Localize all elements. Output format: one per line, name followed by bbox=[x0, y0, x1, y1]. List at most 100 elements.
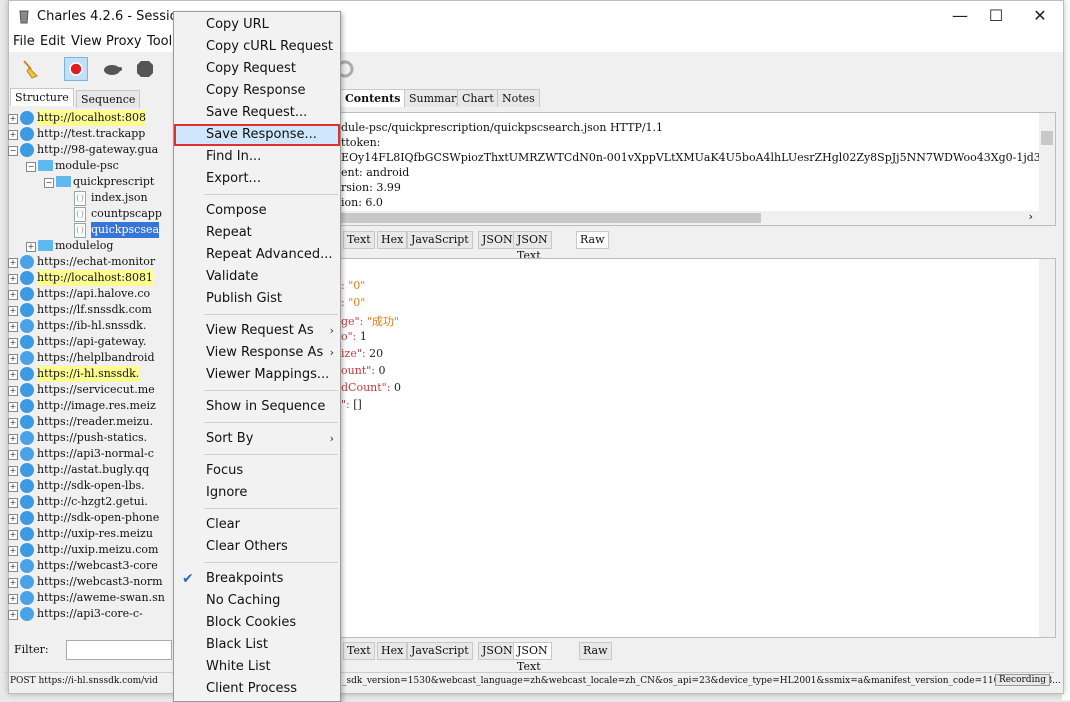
expand-icon[interactable]: + bbox=[8, 370, 18, 380]
menu-tools[interactable]: Tool bbox=[147, 34, 172, 49]
expand-icon[interactable]: + bbox=[8, 498, 18, 508]
status-text-tail: _sdk_version=1530&webcast_language=zh&we… bbox=[342, 676, 1061, 686]
recording-indicator[interactable]: Recording bbox=[994, 674, 1050, 686]
menu-item-black-list[interactable]: Black List bbox=[174, 634, 340, 656]
menu-item-copy-response[interactable]: Copy Response bbox=[174, 80, 340, 102]
expand-icon[interactable]: + bbox=[8, 274, 18, 284]
expand-icon[interactable]: + bbox=[8, 514, 18, 524]
req-subtab-text[interactable]: Text bbox=[343, 231, 375, 249]
tab-chart[interactable]: Chart bbox=[457, 89, 499, 107]
req-subtab-json-text[interactable]: JSON Text bbox=[513, 231, 552, 262]
resp-subtab-json-text[interactable]: JSON Text bbox=[513, 642, 552, 673]
menu-item-export[interactable]: Export... bbox=[174, 168, 340, 190]
menu-item-repeat[interactable]: Repeat bbox=[174, 222, 340, 244]
menu-item-clear[interactable]: Clear bbox=[174, 514, 340, 536]
resp-subtab-text[interactable]: Text bbox=[343, 642, 375, 660]
expand-icon[interactable]: + bbox=[8, 386, 18, 396]
menu-item-clear-others[interactable]: Clear Others bbox=[174, 536, 340, 558]
tree-row-label: index.json bbox=[91, 191, 148, 204]
menu-proxy[interactable]: Proxy bbox=[106, 34, 142, 49]
resp-subtab-raw[interactable]: Raw bbox=[579, 642, 612, 660]
expand-icon[interactable]: + bbox=[8, 482, 18, 492]
turtle-icon[interactable] bbox=[100, 57, 124, 81]
minimize-button[interactable]: — bbox=[945, 5, 975, 27]
record-button[interactable] bbox=[64, 57, 88, 81]
request-vertical-scrollbar[interactable] bbox=[1039, 113, 1055, 225]
filter-input[interactable] bbox=[66, 640, 172, 660]
menu-item-no-caching[interactable]: No Caching bbox=[174, 590, 340, 612]
menu-item-compose[interactable]: Compose bbox=[174, 200, 340, 222]
menu-item-validate[interactable]: Validate bbox=[174, 266, 340, 288]
menu-item-repeat-advanced[interactable]: Repeat Advanced... bbox=[174, 244, 340, 266]
stop-icon[interactable] bbox=[133, 57, 157, 81]
json-value: "0" bbox=[348, 296, 366, 309]
menu-item-view-response-as[interactable]: View Response As › bbox=[174, 342, 340, 364]
tree-row-label: https://reader.meizu. bbox=[37, 415, 153, 428]
menu-view[interactable]: View bbox=[71, 34, 102, 49]
expand-icon[interactable]: + bbox=[8, 594, 18, 604]
menu-item-save-request[interactable]: Save Request... bbox=[174, 102, 340, 124]
tab-structure[interactable]: Structure bbox=[10, 88, 74, 106]
expand-icon[interactable]: + bbox=[8, 610, 18, 620]
menu-item-client-process[interactable]: Client Process bbox=[174, 678, 340, 700]
expand-icon[interactable]: + bbox=[8, 402, 18, 412]
expand-icon[interactable]: + bbox=[8, 578, 18, 588]
menu-edit[interactable]: Edit bbox=[40, 34, 65, 49]
menu-item-copy-request[interactable]: Copy Request bbox=[174, 58, 340, 80]
expand-icon[interactable]: + bbox=[8, 258, 18, 268]
menu-item-copy-curl-request[interactable]: Copy cURL Request bbox=[174, 36, 340, 58]
expand-icon[interactable]: + bbox=[8, 466, 18, 476]
resp-subtab-json[interactable]: JSON bbox=[478, 642, 517, 660]
expand-icon[interactable]: + bbox=[8, 418, 18, 428]
menu-item-breakpoints[interactable]: ✔ Breakpoints bbox=[174, 568, 340, 590]
broom-icon[interactable] bbox=[19, 57, 43, 81]
expand-icon[interactable]: + bbox=[8, 290, 18, 300]
expand-icon[interactable]: + bbox=[8, 114, 18, 124]
expand-icon[interactable]: + bbox=[8, 338, 18, 348]
expand-icon[interactable]: + bbox=[8, 530, 18, 540]
expand-icon[interactable]: + bbox=[8, 450, 18, 460]
menu-item-publish-gist[interactable]: Publish Gist bbox=[174, 288, 340, 310]
menu-item-focus[interactable]: Focus bbox=[174, 460, 340, 482]
resp-subtab-javascript[interactable]: JavaScript bbox=[407, 642, 473, 660]
menu-item-view-request-as[interactable]: View Request As › bbox=[174, 320, 340, 342]
req-subtab-raw[interactable]: Raw bbox=[576, 231, 609, 249]
expand-icon[interactable]: + bbox=[8, 322, 18, 332]
expand-icon[interactable]: + bbox=[8, 354, 18, 364]
menu-item-white-list[interactable]: White List bbox=[174, 656, 340, 678]
tab-notes[interactable]: Notes bbox=[497, 89, 540, 107]
menu-item-block-cookies[interactable]: Block Cookies bbox=[174, 612, 340, 634]
request-horizontal-scrollbar[interactable]: › bbox=[341, 210, 1039, 225]
menu-file[interactable]: File bbox=[13, 34, 35, 49]
close-button[interactable]: ✕ bbox=[1025, 5, 1055, 27]
json-key: ge": bbox=[341, 315, 367, 328]
menu-item-save-response[interactable]: Save Response... bbox=[174, 124, 340, 146]
expand-icon[interactable]: + bbox=[8, 546, 18, 556]
collapse-icon[interactable]: − bbox=[44, 178, 54, 188]
menu-item-sort-by[interactable]: Sort By › bbox=[174, 428, 340, 450]
menu-item-show-in-sequence[interactable]: Show in Sequence bbox=[174, 396, 340, 418]
req-subtab-json[interactable]: JSON bbox=[478, 231, 517, 249]
menu-item-viewer-mappings[interactable]: Viewer Mappings... bbox=[174, 364, 340, 386]
expand-icon[interactable]: + bbox=[8, 434, 18, 444]
resp-subtab-hex[interactable]: Hex bbox=[377, 642, 408, 660]
req-subtab-javascript[interactable]: JavaScript bbox=[407, 231, 473, 249]
menu-item-copy-url[interactable]: Copy URL bbox=[174, 14, 340, 36]
expand-icon[interactable]: + bbox=[8, 562, 18, 572]
menu-item-ignore[interactable]: Ignore bbox=[174, 482, 340, 504]
expand-icon[interactable]: + bbox=[8, 306, 18, 316]
tree-row-label: https://api3-core-c- bbox=[37, 607, 143, 620]
toolbar bbox=[9, 53, 1063, 85]
menu-item-find-in[interactable]: Find In... bbox=[174, 146, 340, 168]
request-line: rsion: 3.99 bbox=[341, 181, 401, 194]
maximize-button[interactable]: ☐ bbox=[981, 5, 1011, 27]
menu-separator bbox=[204, 194, 338, 195]
collapse-icon[interactable]: − bbox=[26, 162, 36, 172]
response-vertical-scrollbar[interactable] bbox=[1039, 259, 1055, 637]
expand-icon[interactable]: + bbox=[8, 130, 18, 140]
expand-icon[interactable]: + bbox=[26, 242, 36, 252]
tab-sequence[interactable]: Sequence bbox=[76, 90, 141, 108]
tab-contents[interactable]: Contents bbox=[340, 89, 406, 107]
collapse-icon[interactable]: − bbox=[8, 146, 18, 156]
req-subtab-hex[interactable]: Hex bbox=[377, 231, 408, 249]
